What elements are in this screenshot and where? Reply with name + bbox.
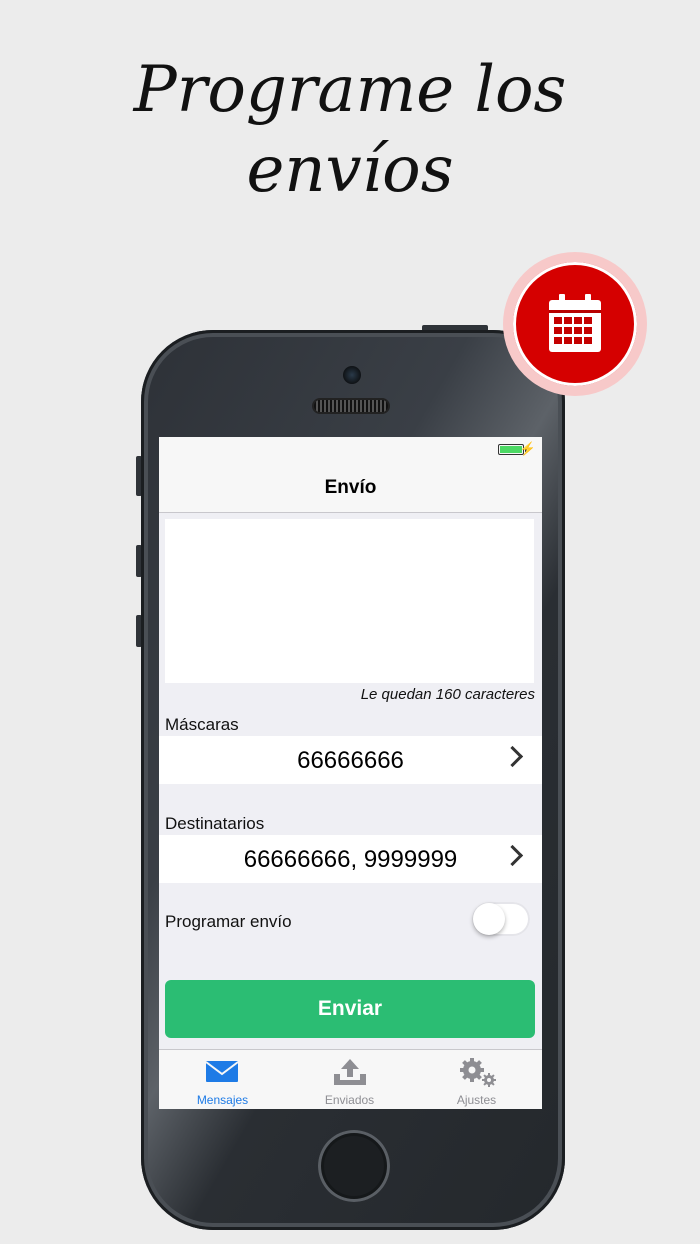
promo-headline-line1: Programe los	[133, 53, 567, 127]
earpiece-speaker	[312, 398, 390, 414]
front-camera	[343, 366, 361, 384]
recipients-row[interactable]: 66666666, 9999999	[159, 835, 542, 883]
tab-label: Enviados	[324, 1093, 375, 1107]
status-bar: ⚡	[159, 437, 542, 461]
app-screen: ⚡ Envío Le quedan 160 caracteres Máscara…	[159, 437, 542, 1109]
promo-headline-line2: envíos	[246, 133, 454, 207]
tab-enviados[interactable]: Enviados	[286, 1050, 413, 1109]
recipients-value: 66666666, 9999999	[243, 846, 458, 873]
calendar-badge-circle	[513, 262, 637, 386]
tab-mensajes[interactable]: Mensajes	[159, 1050, 286, 1109]
gears-icon	[460, 1058, 496, 1087]
tab-label: Ajustes	[456, 1093, 497, 1107]
tab-ajustes[interactable]: Ajustes	[413, 1050, 540, 1109]
schedule-label: Programar envío	[165, 912, 292, 931]
character-counter: Le quedan 160 caracteres	[360, 686, 535, 703]
calendar-badge	[503, 252, 647, 396]
charging-bolt-icon: ⚡	[519, 441, 536, 456]
masks-row[interactable]: 66666666	[159, 736, 542, 784]
promo-headline: Programe los envíos	[0, 50, 700, 210]
schedule-toggle[interactable]	[472, 902, 530, 936]
recipients-label: Destinatarios	[165, 814, 265, 833]
tab-bar: Mensajes Enviados Ajustes	[159, 1049, 542, 1109]
send-button[interactable]: Enviar	[165, 980, 535, 1038]
masks-label: Máscaras	[165, 715, 239, 734]
battery-level	[500, 446, 522, 453]
message-textarea[interactable]	[165, 519, 534, 683]
tab-label: Mensajes	[196, 1093, 249, 1107]
calendar-icon	[549, 294, 601, 352]
navigation-bar: Envío	[159, 461, 542, 513]
envelope-icon	[205, 1061, 239, 1082]
masks-value: 66666666	[297, 747, 404, 774]
upload-tray-icon	[334, 1059, 366, 1085]
home-button[interactable]	[318, 1130, 390, 1202]
toggle-knob	[473, 903, 505, 935]
page-title: Envío	[324, 477, 377, 498]
